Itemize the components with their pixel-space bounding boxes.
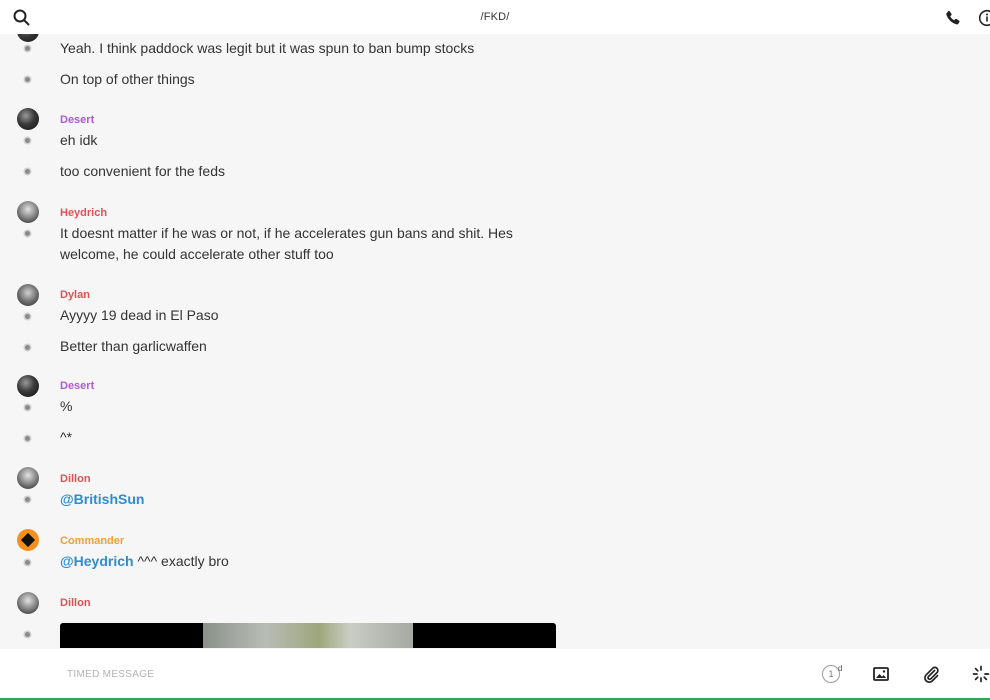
avatar[interactable]	[17, 467, 39, 489]
message-text: It doesnt matter if he was or not, if he…	[60, 225, 513, 262]
message-text: too convenient for the feds	[60, 163, 225, 179]
message-text: On top of other things	[60, 71, 195, 87]
author-name[interactable]: Heydrich	[60, 207, 107, 219]
timer-unit: d	[838, 664, 843, 673]
message-text: Yeah. I think paddock was legit but it w…	[60, 40, 475, 56]
message-text-body: ^^^ exactly bro	[133, 553, 229, 569]
info-icon[interactable]	[978, 9, 990, 27]
author-name[interactable]: Dylan	[60, 289, 90, 301]
mention-link[interactable]: @BritishSun	[60, 491, 144, 507]
message-bullet-icon	[25, 77, 30, 82]
attachment-photo	[203, 623, 413, 648]
top-bar: /FKD/	[0, 0, 990, 34]
paperclip-icon[interactable]	[922, 665, 940, 683]
message-bullet-icon	[25, 345, 30, 350]
avatar[interactable]	[17, 592, 39, 614]
message-bullet-icon	[25, 169, 30, 174]
message-bullet-icon	[25, 138, 30, 143]
message-bullet-icon	[25, 632, 30, 637]
message-bullet-icon	[25, 314, 30, 319]
message-list[interactable]: Yeah. I think paddock was legit but it w…	[0, 34, 990, 648]
message-text: ^*	[60, 429, 73, 445]
author-name[interactable]: Desert	[60, 380, 94, 392]
message-text: Better than garlicwaffen	[60, 338, 207, 354]
message-bullet-icon	[25, 405, 30, 410]
mention-link[interactable]: @Heydrich	[60, 553, 134, 569]
message-text: @BritishSun	[60, 489, 540, 510]
avatar[interactable]	[17, 375, 39, 397]
image-icon[interactable]	[872, 665, 890, 683]
avatar[interactable]	[17, 284, 39, 306]
author-name[interactable]: Dillon	[60, 597, 91, 609]
message-bullet-icon	[25, 231, 30, 236]
avatar[interactable]	[17, 108, 39, 130]
message-bullet-icon	[25, 436, 30, 441]
image-attachment[interactable]	[60, 623, 556, 648]
conversation-title[interactable]: /FKD/	[0, 11, 990, 23]
avatar[interactable]	[17, 529, 39, 551]
message-bullet-icon	[25, 46, 30, 51]
sparkle-icon[interactable]	[972, 665, 990, 683]
author-name[interactable]: Dillon	[60, 473, 91, 485]
message-text: %	[60, 398, 73, 414]
avatar[interactable]	[17, 201, 39, 223]
message-bullet-icon	[25, 560, 30, 565]
author-name[interactable]: Desert	[60, 114, 94, 126]
message-text: @Heydrich ^^^ exactly bro	[60, 551, 540, 572]
message-text: eh idk	[60, 132, 98, 148]
message-bullet-icon	[25, 497, 30, 502]
message-text: Ayyyy 19 dead in El Paso	[60, 307, 219, 323]
author-name[interactable]: Commander	[60, 535, 124, 547]
phone-icon[interactable]	[944, 9, 962, 27]
diamond-icon	[20, 532, 36, 548]
message-input[interactable]: TIMED MESSAGE	[67, 669, 154, 680]
avatar[interactable]	[17, 34, 39, 42]
composer-bar: TIMED MESSAGE 1 d	[0, 649, 990, 700]
